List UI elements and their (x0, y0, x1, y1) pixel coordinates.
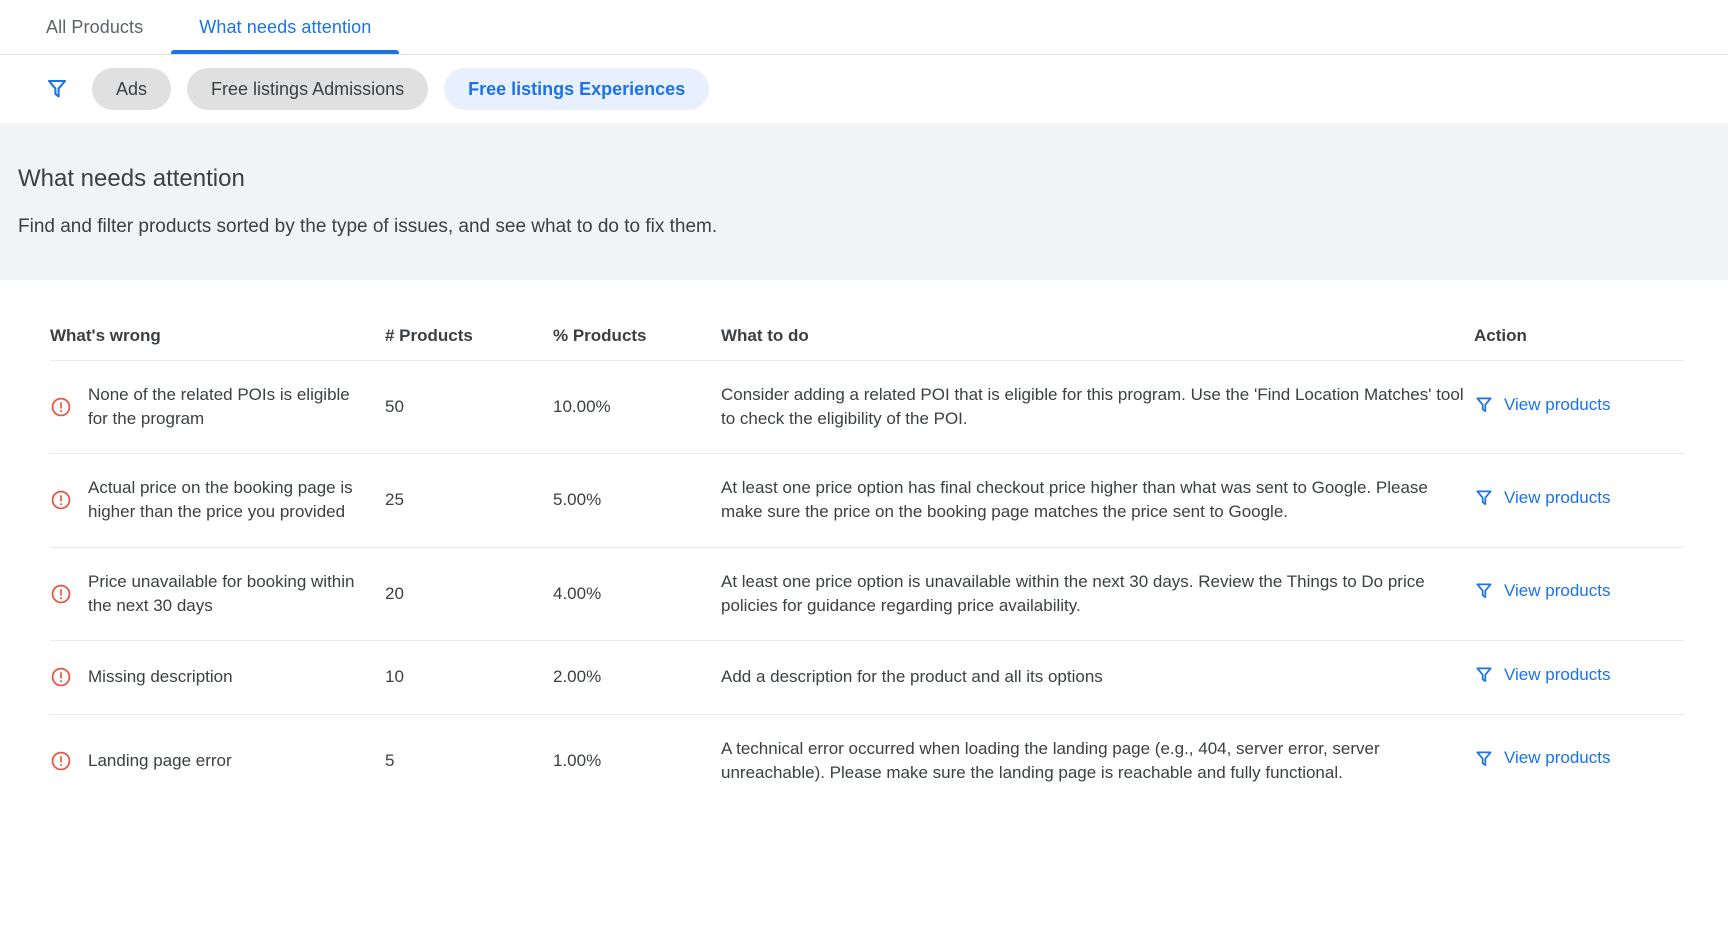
page-subtitle: Find and filter products sorted by the t… (18, 216, 718, 237)
tab-label: All Products (46, 16, 144, 37)
chip-label: Ads (116, 78, 148, 99)
table-row: None of the related POIs is eligible for… (50, 360, 1684, 455)
issue-name: Price unavailable for booking within the… (88, 571, 355, 615)
cell-pct-products: 5.00% (553, 453, 721, 548)
chip-label: Free listings Experiences (468, 78, 686, 99)
view-products-link[interactable]: View products (1474, 579, 1610, 603)
view-products-label: View products (1504, 581, 1611, 601)
table-row: Landing page error 5 1.00% A technical e… (50, 714, 1684, 807)
cell-what-to-do: Add a description for the product and al… (721, 640, 1474, 715)
page-title: What needs attention (18, 165, 245, 192)
cell-whats-wrong: Missing description (50, 640, 385, 715)
error-circle-icon (50, 489, 72, 511)
cell-num-products: 50 (385, 360, 553, 455)
column-header-pct-products: % Products (553, 280, 721, 361)
cell-pct-products: 4.00% (553, 547, 721, 641)
chip-free-listings-experiences[interactable]: Free listings Experiences (444, 68, 710, 110)
view-products-label: View products (1504, 664, 1611, 684)
cell-pct-products: 2.00% (553, 640, 721, 715)
cell-action: View products (1474, 360, 1684, 455)
cell-num-products: 5 (385, 751, 395, 770)
issue-name: Actual price on the booking page is high… (88, 478, 353, 522)
filter-icon (1474, 488, 1494, 508)
cell-num-products: 25 (385, 453, 553, 548)
column-header-num-products: # Products (385, 280, 553, 361)
tab-what-needs-attention[interactable]: What needs attention (171, 0, 400, 54)
filter-icon (1474, 749, 1494, 769)
cell-num-products: 20 (385, 547, 553, 641)
view-products-label: View products (1504, 487, 1611, 507)
view-products-link[interactable]: View products (1474, 746, 1610, 770)
cell-what-to-do: At least one price option has final chec… (721, 453, 1474, 548)
table-row: Missing description 10 2.00% Add a descr… (50, 640, 1684, 715)
cell-what-to-do: At least one price option is unavailable… (721, 547, 1474, 641)
info-banner: What needs attention Find and filter pro… (0, 123, 1728, 280)
view-products-link[interactable]: View products (1474, 393, 1610, 417)
chip-ads[interactable]: Ads (92, 68, 172, 110)
cell-whats-wrong: Price unavailable for booking within the… (50, 547, 385, 641)
view-products-label: View products (1504, 394, 1611, 414)
tab-label: What needs attention (199, 16, 372, 37)
column-header-action: Action (1474, 280, 1684, 361)
cell-whats-wrong: Actual price on the booking page is high… (50, 453, 385, 548)
error-circle-icon (50, 666, 72, 688)
table-body: None of the related POIs is eligible for… (50, 360, 1684, 808)
cell-what-to-do: Consider adding a related POI that is el… (721, 360, 1474, 455)
column-header-whats-wrong: What's wrong (50, 280, 385, 361)
filter-chip-bar: Ads Free listings Admissions Free listin… (0, 55, 1728, 123)
table-header: What's wrong # Products % Products What … (50, 280, 1684, 361)
issues-table-container: What's wrong # Products % Products What … (0, 280, 1728, 807)
column-header-what-to-do: What to do (721, 280, 1474, 361)
filter-icon (1474, 665, 1494, 685)
view-products-link[interactable]: View products (1474, 486, 1610, 510)
chip-free-listings-admissions[interactable]: Free listings Admissions (187, 68, 429, 110)
cell-pct-products: 10.00% (553, 360, 721, 455)
cell-action: View products (1474, 547, 1684, 641)
error-circle-icon (50, 396, 72, 418)
error-circle-icon (50, 750, 72, 772)
cell-action: View products (1474, 640, 1684, 715)
issue-name: Landing page error (88, 751, 232, 770)
cell-action: View products (1474, 453, 1684, 548)
cell-what-to-do: A technical error occurred when loading … (721, 738, 1380, 783)
filter-icon[interactable] (44, 76, 70, 102)
issue-name: None of the related POIs is eligible for… (88, 385, 350, 429)
filter-icon (1474, 395, 1494, 415)
view-products-label: View products (1504, 748, 1611, 768)
issues-table: What's wrong # Products % Products What … (50, 280, 1684, 807)
table-header-row: What's wrong # Products % Products What … (50, 280, 1684, 361)
cell-whats-wrong: Landing page error (50, 714, 385, 807)
cell-whats-wrong: None of the related POIs is eligible for… (50, 360, 385, 455)
filter-icon (1474, 581, 1494, 601)
view-products-link[interactable]: View products (1474, 663, 1610, 687)
chip-label: Free listings Admissions (211, 78, 405, 99)
issue-name: Missing description (88, 667, 233, 687)
tab-bar: All Products What needs attention (0, 0, 1728, 55)
tab-all-products[interactable]: All Products (18, 0, 171, 54)
table-row: Price unavailable for booking within the… (50, 547, 1684, 641)
table-row: Actual price on the booking page is high… (50, 453, 1684, 548)
cell-num-products: 10 (385, 640, 553, 715)
cell-action: View products (1474, 714, 1684, 807)
cell-pct-products: 1.00% (553, 751, 602, 770)
error-circle-icon (50, 583, 72, 605)
